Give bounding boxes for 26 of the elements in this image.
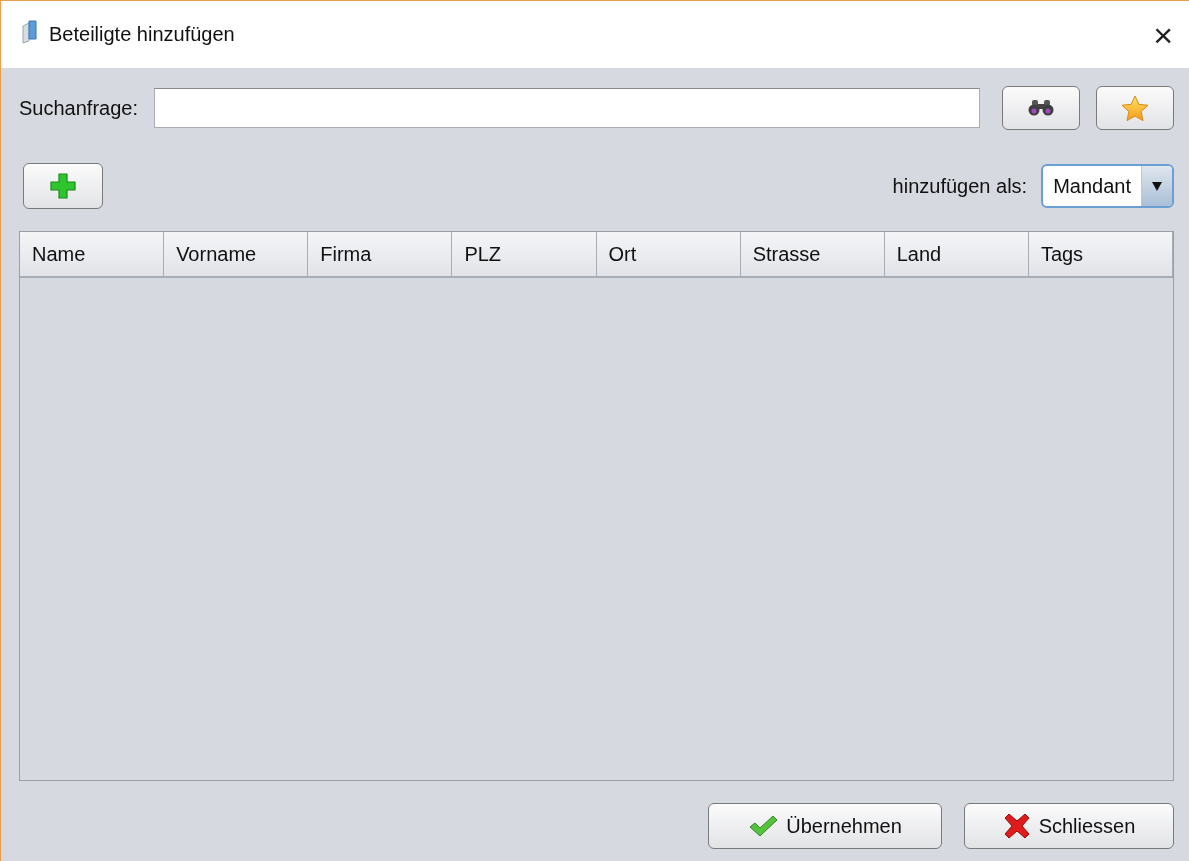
checkmark-icon xyxy=(748,815,779,837)
search-button[interactable] xyxy=(1002,86,1080,130)
add-as-label: hinzufügen als: xyxy=(892,174,1028,198)
search-label: Suchanfrage: xyxy=(19,96,138,120)
close-dialog-button[interactable]: Schliessen xyxy=(964,803,1174,849)
column-header[interactable]: Tags xyxy=(1028,232,1173,276)
cross-icon xyxy=(1002,813,1031,839)
add-button[interactable] xyxy=(23,163,103,209)
star-icon xyxy=(1121,94,1149,122)
document-icon xyxy=(19,20,39,44)
column-header[interactable]: PLZ xyxy=(452,232,597,276)
binoculars-icon xyxy=(1028,100,1054,116)
search-field[interactable] xyxy=(154,88,980,128)
column-header[interactable]: Ort xyxy=(596,232,741,276)
column-header[interactable]: Firma xyxy=(308,232,453,276)
column-header[interactable]: Land xyxy=(884,232,1029,276)
plus-icon xyxy=(50,173,76,199)
column-header[interactable]: Strasse xyxy=(740,232,885,276)
column-header[interactable]: Vorname xyxy=(164,232,309,276)
column-header[interactable]: Name xyxy=(20,232,165,276)
apply-button[interactable]: Übernehmen xyxy=(708,803,942,849)
window-title: Beteiligte hinzufügen xyxy=(49,23,236,46)
dropdown-arrow-icon xyxy=(1152,181,1162,191)
role-dropdown[interactable]: Mandant xyxy=(1041,164,1174,208)
close-button[interactable]: × xyxy=(1147,17,1179,52)
favorite-button[interactable] xyxy=(1096,86,1174,130)
